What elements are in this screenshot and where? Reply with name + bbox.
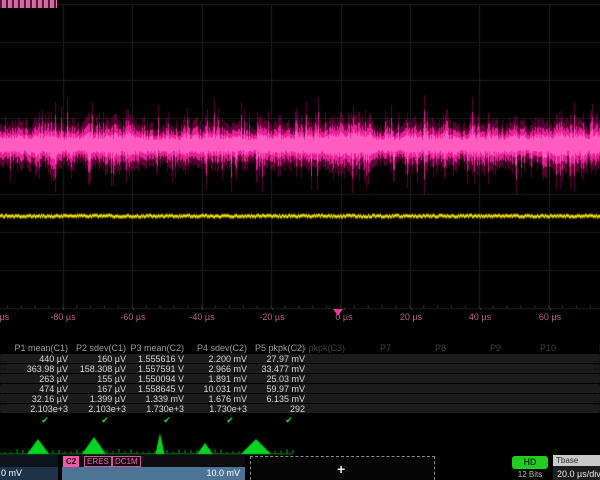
measure-cell: 155 µV (97, 374, 126, 384)
measure-header-cell[interactable]: P1 mean(C1) (14, 343, 68, 353)
c1-value-strip: 0 mV (0, 467, 58, 480)
c1-vdiv-value: 0 mV (1, 467, 22, 479)
measure-status-check-icon: ✔ (285, 415, 293, 426)
measure-header-cell[interactable]: P3 mean(C2) (130, 343, 184, 353)
measure-dim-header-cell[interactable]: P8 (435, 343, 446, 353)
measure-cell: 474 µV (39, 384, 68, 394)
hd-bits-label: 12 Bits (505, 470, 555, 479)
axis-tick-label: 20 µs (400, 312, 422, 322)
measure-cell: 32.16 µV (32, 394, 68, 404)
measure-cell: 1.891 mV (208, 374, 247, 384)
measure-status-check-icon: ✔ (163, 415, 171, 426)
measure-cell: 6.135 mV (266, 394, 305, 404)
axis-tick-label: -100 µs (0, 312, 9, 322)
measure-dim-header-cell[interactable]: P10 (540, 343, 556, 353)
measure-cell: 263 µV (39, 374, 68, 384)
axis-tick-label: -40 µs (189, 312, 214, 322)
measure-cell: 1.550094 V (138, 374, 184, 384)
measure-status-check-icon: ✔ (41, 415, 49, 426)
measure-dim-header-cell[interactable]: P9 (490, 343, 501, 353)
measure-cell: 158.308 µV (80, 364, 126, 374)
trigger-position-marker[interactable] (333, 309, 343, 316)
measure-cell: 363.98 µV (27, 364, 68, 374)
timebase-label: Tbase (553, 455, 600, 466)
measure-cell: 2.200 mV (208, 354, 247, 364)
axis-tick-label: 40 µs (469, 312, 491, 322)
axis-tick-label: -80 µs (50, 312, 75, 322)
measure-table: P1 mean(C1) P2 sdev(C1) P3 mean(C2) P4 sdev… (0, 342, 600, 428)
c2-value-strip: 10.0 mV (62, 467, 245, 480)
measure-status-check-icon: ✔ (226, 415, 234, 426)
measure-cell: 1.730e+3 (209, 404, 247, 414)
c2-vdiv-value: 10.0 mV (206, 467, 240, 479)
measure-cell: 1.676 mV (208, 394, 247, 404)
axis-tick-label: 60 µs (539, 312, 561, 322)
measure-cell: 160 µV (97, 354, 126, 364)
measure-cell: 10.031 mV (203, 384, 247, 394)
timebase-descriptor[interactable]: Tbase 20.0 µs/div (553, 455, 600, 480)
measure-cell: 1.558645 V (138, 384, 184, 394)
oscilloscope-screen: -100 µs-80 µs-60 µs-40 µs-20 µs0 µs20 µs… (0, 0, 600, 480)
plus-icon: + (337, 461, 345, 477)
channel-c2-descriptor[interactable]: C2 ERES DC1M 10.0 mV (62, 455, 245, 480)
measure-cell: 1.339 mV (145, 394, 184, 404)
hd-mode-badge[interactable]: HD (512, 456, 548, 469)
time-axis-row: -100 µs-80 µs-60 µs-40 µs-20 µs0 µs20 µs… (0, 0, 600, 330)
measure-cell: 59.97 mV (266, 384, 305, 394)
measure-dim-header-cell[interactable]: P6 pkpk(C3) (295, 343, 345, 353)
measure-cell: 2.103e+3 (88, 404, 126, 414)
measure-cell: 2.966 mV (208, 364, 247, 374)
axis-tick-label: -60 µs (120, 312, 145, 322)
measure-cell: 1.399 µV (90, 394, 126, 404)
measure-cell: 2.103e+3 (30, 404, 68, 414)
measure-cell: 440 µV (39, 354, 68, 364)
measure-cell: 1.557591 V (138, 364, 184, 374)
c2-eres-badge: ERES (84, 456, 112, 467)
axis-tick-label: -20 µs (259, 312, 284, 322)
measure-cell: 167 µV (97, 384, 126, 394)
histicon-strip (0, 428, 600, 458)
measure-status-check-icon: ✔ (101, 415, 109, 426)
measure-cell: 292 (290, 404, 305, 414)
measure-cell: 1.730e+3 (146, 404, 184, 414)
measure-header-cell[interactable]: P2 sdev(C1) (76, 343, 126, 353)
add-trace-button[interactable]: + (250, 456, 435, 480)
measure-cell: 27.97 mV (266, 354, 305, 364)
channel-c1-descriptor[interactable]: DC1M 0 mV (0, 455, 58, 480)
measure-header-cell[interactable]: P4 sdev(C2) (197, 343, 247, 353)
timebase-value: 20.0 µs/div (557, 469, 600, 479)
measure-cell: 1.555616 V (138, 354, 184, 364)
c2-channel-badge: C2 (63, 456, 79, 467)
c2-coupling-badge: DC1M (112, 456, 141, 467)
measure-cell: 33.477 mV (261, 364, 305, 374)
measure-dim-header-cell[interactable]: P7 (380, 343, 391, 353)
measure-cell: 25.03 mV (266, 374, 305, 384)
